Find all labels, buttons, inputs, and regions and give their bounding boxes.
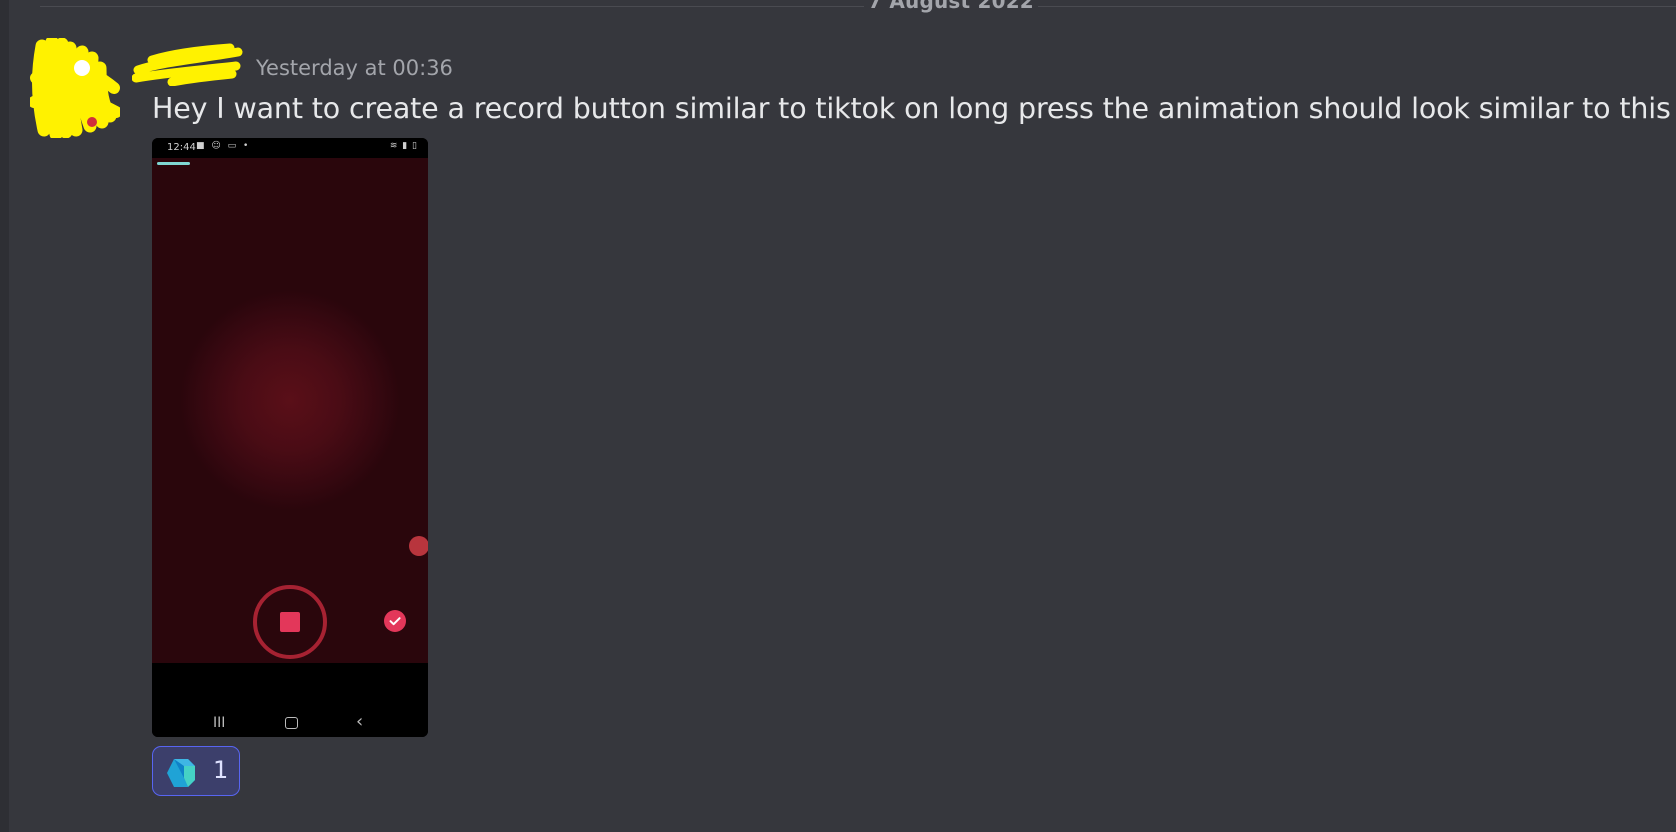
dart-logo-icon (167, 759, 195, 787)
phone-status-bar: 12:44 ■ ☺ ▭ • ≋ ▮ ▯ (152, 138, 428, 158)
left-rail (0, 0, 9, 832)
username[interactable] (132, 40, 244, 86)
status-left-icons: ■ ☺ ▭ • (196, 141, 251, 151)
message-timestamp: Yesterday at 00:36 (256, 56, 453, 80)
timer-dot-icon (409, 536, 428, 556)
back-icon[interactable]: ‹ (356, 711, 363, 732)
recording-progress-bar (157, 162, 190, 165)
avatar[interactable] (30, 38, 120, 138)
status-right-icons: ≋ ▮ ▯ (389, 141, 418, 151)
reaction-button[interactable]: 1 (152, 746, 240, 796)
home-icon[interactable] (285, 717, 298, 729)
recents-icon[interactable]: III (213, 715, 225, 731)
confirm-button[interactable] (384, 610, 406, 632)
date-divider: 7 August 2022 (868, 0, 1034, 13)
stop-icon (280, 612, 300, 632)
status-time: 12:44 (167, 142, 196, 153)
date-divider-line-left (40, 6, 864, 7)
record-button[interactable] (253, 585, 327, 659)
date-divider-line-right (1038, 6, 1676, 7)
check-icon (389, 617, 401, 626)
phone-nav-bar: III ‹ (152, 663, 428, 737)
camera-preview (152, 158, 428, 663)
reaction-count: 1 (213, 756, 229, 784)
chat-view: 7 August 2022 Yesterday at 00:36 Hey I w… (0, 0, 1676, 832)
message-text: Hey I want to create a record button sim… (152, 92, 1671, 125)
image-attachment[interactable]: 12:44 ■ ☺ ▭ • ≋ ▮ ▯ III ‹ (152, 138, 428, 737)
